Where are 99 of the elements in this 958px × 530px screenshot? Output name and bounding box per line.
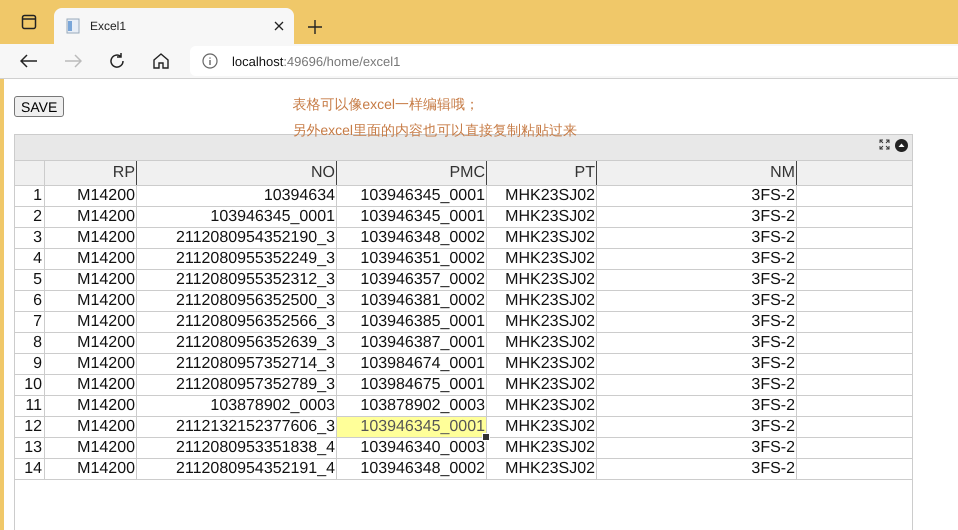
table-cell[interactable]: 103984675_0001 bbox=[337, 375, 487, 395]
row-number: 5 bbox=[15, 270, 45, 290]
table-cell[interactable]: M14200 bbox=[45, 354, 137, 374]
table-cell[interactable]: MHK23SJ02 bbox=[487, 354, 597, 374]
table-cell[interactable]: 103946381_0002 bbox=[337, 291, 487, 311]
table-cell[interactable]: 3FS-2 bbox=[597, 312, 797, 332]
table-cell[interactable]: 3FS-2 bbox=[597, 375, 797, 395]
info-icon[interactable] bbox=[202, 53, 218, 69]
table-cell[interactable]: M14200 bbox=[45, 438, 137, 458]
table-cell[interactable]: MHK23SJ02 bbox=[487, 417, 597, 437]
table-cell[interactable]: M14200 bbox=[45, 228, 137, 248]
table-cell[interactable]: 2112080954352190_3 bbox=[137, 228, 337, 248]
table-cell[interactable]: MHK23SJ02 bbox=[487, 375, 597, 395]
row-number: 1 bbox=[15, 186, 45, 206]
table-cell[interactable]: M14200 bbox=[45, 312, 137, 332]
table-cell[interactable]: 103878902_0003 bbox=[337, 396, 487, 416]
table-cell[interactable]: 3FS-2 bbox=[597, 354, 797, 374]
table-cell[interactable]: MHK23SJ02 bbox=[487, 270, 597, 290]
table-cell[interactable]: 103946357_0002 bbox=[337, 270, 487, 290]
table-cell[interactable]: MHK23SJ02 bbox=[487, 186, 597, 206]
page-icon bbox=[66, 18, 80, 34]
hint-text: 表格可以像excel一样编辑哦； bbox=[292, 95, 480, 114]
browser-tab[interactable]: Excel1 bbox=[54, 8, 294, 44]
table-cell[interactable]: M14200 bbox=[45, 270, 137, 290]
table-cell[interactable]: MHK23SJ02 bbox=[487, 396, 597, 416]
table-cell[interactable]: MHK23SJ02 bbox=[487, 228, 597, 248]
close-icon[interactable] bbox=[274, 21, 284, 31]
table-cell[interactable]: 2112080955352312_3 bbox=[137, 270, 337, 290]
row-number: 9 bbox=[15, 354, 45, 374]
table-cell[interactable]: 103946348_0002 bbox=[337, 228, 487, 248]
table-cell[interactable]: 103946340_0003 bbox=[337, 438, 487, 458]
table-cell[interactable]: 2112080954352191_4 bbox=[137, 459, 337, 479]
table-cell[interactable]: MHK23SJ02 bbox=[487, 438, 597, 458]
table-cell[interactable]: M14200 bbox=[45, 333, 137, 353]
table-cell[interactable]: M14200 bbox=[45, 459, 137, 479]
table-cell[interactable]: 10394634 bbox=[137, 186, 337, 206]
table-cell[interactable]: 3FS-2 bbox=[597, 186, 797, 206]
table-cell[interactable]: MHK23SJ02 bbox=[487, 291, 597, 311]
row-number: 8 bbox=[15, 333, 45, 353]
column-header[interactable]: RP bbox=[45, 161, 137, 185]
table-cell[interactable]: 103878902_0003 bbox=[137, 396, 337, 416]
table-cell[interactable]: 3FS-2 bbox=[597, 333, 797, 353]
row-number: 13 bbox=[15, 438, 45, 458]
table-cell[interactable]: 2112080955352249_3 bbox=[137, 249, 337, 269]
table-cell[interactable]: 103946345_0001 bbox=[337, 186, 487, 206]
table-cell[interactable]: M14200 bbox=[45, 186, 137, 206]
table-cell[interactable]: 2112080957352714_3 bbox=[137, 354, 337, 374]
table-cell[interactable]: M14200 bbox=[45, 291, 137, 311]
table-cell[interactable]: 103946387_0001 bbox=[337, 333, 487, 353]
table-cell[interactable]: 2112080957352789_3 bbox=[137, 375, 337, 395]
column-header[interactable]: PMC bbox=[337, 161, 487, 185]
table-cell[interactable]: 103946385_0001 bbox=[337, 312, 487, 332]
row-number: 11 bbox=[15, 396, 45, 416]
table-cell[interactable]: 103984674_0001 bbox=[337, 354, 487, 374]
row-number: 6 bbox=[15, 291, 45, 311]
table-cell[interactable]: M14200 bbox=[45, 375, 137, 395]
row-number: 10 bbox=[15, 375, 45, 395]
table-cell[interactable]: MHK23SJ02 bbox=[487, 333, 597, 353]
column-header[interactable]: PT bbox=[487, 161, 597, 185]
save-button[interactable]: SAVE bbox=[14, 96, 64, 117]
table-cell[interactable]: 103946345_0001 bbox=[137, 207, 337, 227]
table-cell[interactable]: MHK23SJ02 bbox=[487, 312, 597, 332]
collapse-icon[interactable] bbox=[895, 139, 908, 152]
table-cell[interactable]: 3FS-2 bbox=[597, 396, 797, 416]
row-number: 3 bbox=[15, 228, 45, 248]
table-cell[interactable]: 3FS-2 bbox=[597, 417, 797, 437]
address-field[interactable]: localhost:49696/home/excel1 bbox=[190, 46, 958, 76]
table-cell[interactable]: 3FS-2 bbox=[597, 228, 797, 248]
table-cell[interactable]: 2112080956352639_3 bbox=[137, 333, 337, 353]
table-cell[interactable]: MHK23SJ02 bbox=[487, 459, 597, 479]
table-cell[interactable]: 2112080956352566_3 bbox=[137, 312, 337, 332]
table-cell[interactable]: 103946348_0002 bbox=[337, 459, 487, 479]
table-cell[interactable]: 3FS-2 bbox=[597, 270, 797, 290]
table-cell[interactable]: MHK23SJ02 bbox=[487, 249, 597, 269]
table-cell[interactable]: M14200 bbox=[45, 207, 137, 227]
table-cell[interactable]: 3FS-2 bbox=[597, 249, 797, 269]
table-cell[interactable]: 3FS-2 bbox=[597, 459, 797, 479]
row-number: 14 bbox=[15, 459, 45, 479]
table-cell[interactable]: M14200 bbox=[45, 396, 137, 416]
table-cell[interactable]: MHK23SJ02 bbox=[487, 207, 597, 227]
row-number: 4 bbox=[15, 249, 45, 269]
table-cell[interactable]: 3FS-2 bbox=[597, 291, 797, 311]
column-header[interactable]: NO bbox=[137, 161, 337, 185]
row-number: 12 bbox=[15, 417, 45, 437]
column-header[interactable]: NM bbox=[597, 161, 797, 185]
table-cell[interactable]: 103946351_0002 bbox=[337, 249, 487, 269]
table-cell[interactable]: 103946345_0001 bbox=[337, 207, 487, 227]
row-number: 2 bbox=[15, 207, 45, 227]
table-cell[interactable]: M14200 bbox=[45, 417, 137, 437]
row-number: 7 bbox=[15, 312, 45, 332]
fill-handle[interactable] bbox=[482, 433, 490, 441]
hint-text: 另外excel里面的内容也可以直接复制粘贴过来 bbox=[292, 121, 577, 140]
table-cell[interactable]: 3FS-2 bbox=[597, 438, 797, 458]
table-cell[interactable]: 3FS-2 bbox=[597, 207, 797, 227]
url-text: localhost:49696/home/excel1 bbox=[232, 54, 400, 68]
fullscreen-icon[interactable] bbox=[879, 139, 890, 150]
table-cell[interactable]: 2112080953351838_4 bbox=[137, 438, 337, 458]
table-cell[interactable]: M14200 bbox=[45, 249, 137, 269]
table-cell[interactable]: 2112080956352500_3 bbox=[137, 291, 337, 311]
